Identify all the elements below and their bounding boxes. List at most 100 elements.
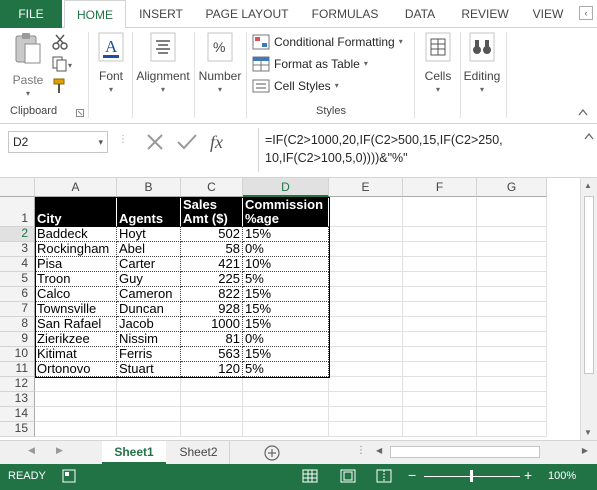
table-cell[interactable]: Guy xyxy=(117,272,181,287)
tab-split-icon[interactable]: ⋮ xyxy=(356,445,366,456)
font-button[interactable]: A Font ▾ xyxy=(92,32,130,94)
table-cell[interactable]: Nissim xyxy=(117,332,181,347)
cell[interactable] xyxy=(403,302,477,317)
cell[interactable] xyxy=(403,287,477,302)
cell[interactable] xyxy=(403,242,477,257)
cell[interactable] xyxy=(477,377,547,392)
cell[interactable] xyxy=(477,287,547,302)
tab-view[interactable]: VIEW xyxy=(522,0,574,28)
format-painter-icon[interactable] xyxy=(52,78,68,94)
sheet-next-icon[interactable]: ▶ xyxy=(56,445,63,456)
cell[interactable] xyxy=(329,287,403,302)
cell[interactable] xyxy=(243,407,329,422)
cancel-icon[interactable] xyxy=(140,131,170,153)
cell[interactable] xyxy=(403,257,477,272)
table-header-cell[interactable]: Agents xyxy=(117,197,181,227)
cell-styles-button[interactable]: Cell Styles ▾ xyxy=(252,76,339,96)
table-cell[interactable]: 15% xyxy=(243,227,329,242)
zoom-out-icon[interactable]: − xyxy=(408,467,416,483)
table-cell[interactable]: 120 xyxy=(181,362,243,377)
table-cell[interactable]: Jacob xyxy=(117,317,181,332)
cell[interactable] xyxy=(35,407,117,422)
cell[interactable] xyxy=(243,422,329,437)
table-header-cell[interactable]: Commission %age xyxy=(243,197,329,227)
row-header-4[interactable]: 4 xyxy=(0,256,35,272)
cell[interactable] xyxy=(477,422,547,437)
page-break-view-icon[interactable] xyxy=(376,469,392,483)
cell[interactable] xyxy=(403,272,477,287)
cell[interactable] xyxy=(329,347,403,362)
table-cell[interactable]: Troon xyxy=(35,272,117,287)
cell[interactable] xyxy=(477,332,547,347)
cell[interactable] xyxy=(329,392,403,407)
cell[interactable] xyxy=(477,302,547,317)
column-header-c[interactable]: C xyxy=(181,178,243,197)
table-cell[interactable]: San Rafael xyxy=(35,317,117,332)
cell[interactable] xyxy=(477,347,547,362)
table-cell[interactable]: Carter xyxy=(117,257,181,272)
table-cell[interactable]: Zierikzee xyxy=(35,332,117,347)
cell[interactable] xyxy=(403,332,477,347)
tab-data[interactable]: DATA xyxy=(392,0,448,28)
table-cell[interactable]: 5% xyxy=(243,362,329,377)
cell[interactable] xyxy=(329,422,403,437)
row-header-3[interactable]: 3 xyxy=(0,241,35,257)
table-cell[interactable]: 15% xyxy=(243,302,329,317)
scroll-left-icon[interactable]: ◀ xyxy=(376,446,382,455)
cell[interactable] xyxy=(477,362,547,377)
cell[interactable] xyxy=(181,422,243,437)
scroll-right-icon[interactable]: ▶ xyxy=(582,446,588,455)
cell[interactable] xyxy=(329,197,403,227)
cells-button[interactable]: Cells ▾ xyxy=(418,32,458,94)
table-cell[interactable]: 0% xyxy=(243,332,329,347)
table-cell[interactable]: 10% xyxy=(243,257,329,272)
cell[interactable] xyxy=(403,347,477,362)
cell[interactable] xyxy=(117,377,181,392)
table-cell[interactable]: Stuart xyxy=(117,362,181,377)
format-as-table-button[interactable]: Format as Table ▾ xyxy=(252,54,368,74)
cell[interactable] xyxy=(403,422,477,437)
formula-input[interactable]: =IF(C2>1000,20,IF(C2>500,15,IF(C2>250, 1… xyxy=(258,128,584,172)
insert-function-icon[interactable]: fx xyxy=(210,132,223,153)
cell[interactable] xyxy=(329,242,403,257)
sheet-tab-sheet1[interactable]: Sheet1 xyxy=(102,441,166,464)
row-header-2[interactable]: 2 xyxy=(0,226,35,242)
table-cell[interactable]: 58 xyxy=(181,242,243,257)
cell[interactable] xyxy=(329,227,403,242)
cell[interactable] xyxy=(329,377,403,392)
column-header-f[interactable]: F xyxy=(403,178,477,197)
column-header-b[interactable]: B xyxy=(117,178,181,197)
table-cell[interactable]: Pisa xyxy=(35,257,117,272)
table-cell[interactable]: Calco xyxy=(35,287,117,302)
column-header-e[interactable]: E xyxy=(329,178,403,197)
cell[interactable] xyxy=(477,227,547,242)
cell[interactable] xyxy=(403,197,477,227)
sheet-prev-icon[interactable]: ◀ xyxy=(28,445,35,456)
cell[interactable] xyxy=(477,392,547,407)
cell[interactable] xyxy=(329,317,403,332)
tab-file[interactable]: FILE xyxy=(0,0,62,28)
scroll-up-icon[interactable]: ▲ xyxy=(584,181,592,190)
normal-view-icon[interactable] xyxy=(302,469,318,483)
table-cell[interactable]: Hoyt xyxy=(117,227,181,242)
cell[interactable] xyxy=(117,422,181,437)
table-cell[interactable]: 822 xyxy=(181,287,243,302)
cell[interactable] xyxy=(181,392,243,407)
cell[interactable] xyxy=(477,197,547,227)
cell[interactable] xyxy=(329,362,403,377)
cell[interactable] xyxy=(117,392,181,407)
alignment-button[interactable]: Alignment ▾ xyxy=(134,32,192,94)
table-cell[interactable]: 0% xyxy=(243,242,329,257)
cell[interactable] xyxy=(329,407,403,422)
table-cell[interactable]: 15% xyxy=(243,287,329,302)
cell[interactable] xyxy=(329,332,403,347)
zoom-in-icon[interactable]: + xyxy=(524,467,532,483)
table-cell[interactable]: Cameron xyxy=(117,287,181,302)
cell[interactable] xyxy=(35,422,117,437)
tab-formulas[interactable]: FORMULAS xyxy=(302,0,388,28)
table-cell[interactable]: Rockingham xyxy=(35,242,117,257)
row-header-13[interactable]: 13 xyxy=(0,391,35,407)
scroll-down-icon[interactable]: ▼ xyxy=(584,428,592,437)
table-cell[interactable]: Ferris xyxy=(117,347,181,362)
spreadsheet-grid[interactable]: A B C D E F G 1 2 3 4 5 6 7 8 9 10 11 12 13 14 15 City Agents Sa… xyxy=(0,178,597,440)
